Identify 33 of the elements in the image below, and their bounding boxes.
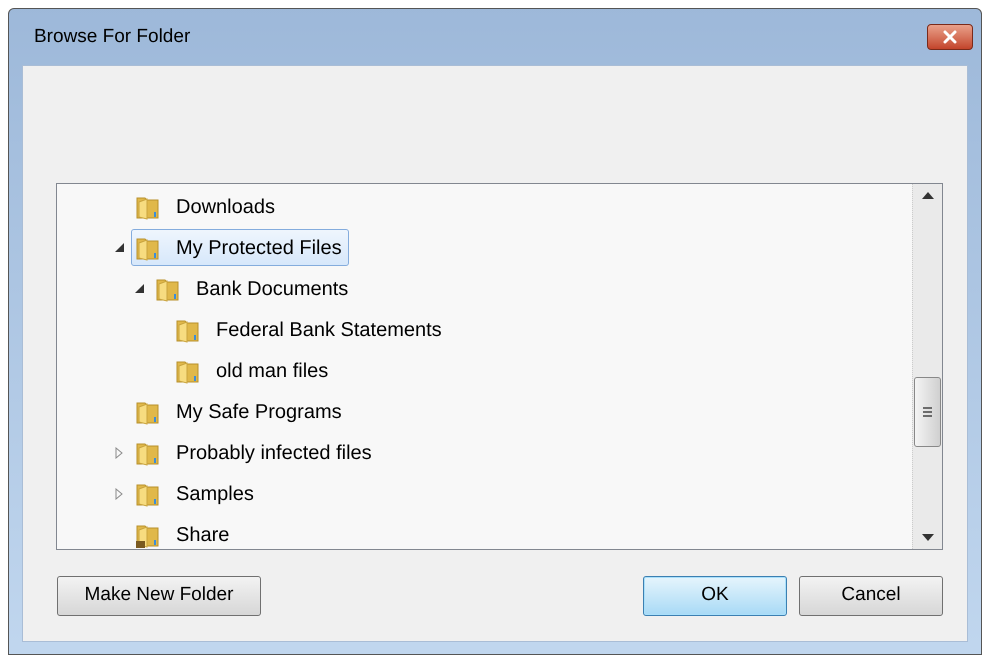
collapsed-arrow-icon[interactable] xyxy=(115,488,123,500)
tree-item[interactable]: My Protected Files xyxy=(131,229,349,266)
folder-name: Federal Bank Statements xyxy=(216,318,442,342)
tree-item[interactable]: Federal Bank Statements xyxy=(171,311,449,348)
tree-item[interactable]: Samples xyxy=(131,475,261,512)
close-button[interactable] xyxy=(927,24,973,50)
folder-name: My Protected Files xyxy=(176,236,342,260)
tree-item[interactable]: My Safe Programs xyxy=(131,393,349,430)
folder-name: My Safe Programs xyxy=(176,400,342,424)
tree-item[interactable]: Downloads xyxy=(131,188,282,225)
grip-icon xyxy=(923,407,932,417)
tree-item[interactable]: old man files xyxy=(171,352,336,389)
close-icon xyxy=(942,30,958,44)
folder-name: Probably infected files xyxy=(176,440,372,466)
scroll-up-icon xyxy=(922,192,934,199)
dialog-button[interactable]: OK xyxy=(643,576,787,616)
window-title: Browse For Folder xyxy=(34,24,190,49)
tree-item[interactable]: Probably infected files xyxy=(131,434,379,471)
scrollbar[interactable] xyxy=(912,184,942,549)
dialog-button[interactable]: Make New Folder xyxy=(57,576,261,616)
tree-item[interactable]: Share xyxy=(131,516,236,549)
expanded-arrow-icon[interactable] xyxy=(115,243,124,252)
folder-name: Downloads xyxy=(176,194,275,220)
tree-item[interactable]: Bank Documents xyxy=(151,270,356,307)
scroll-down-icon xyxy=(922,534,934,541)
scrollbar-thumb[interactable] xyxy=(914,377,941,447)
collapsed-arrow-icon[interactable] xyxy=(115,446,123,458)
folder-name: old man files xyxy=(216,358,328,384)
folder-name: Samples xyxy=(176,482,254,506)
folder-name: Bank Documents xyxy=(196,276,348,302)
dialog-button[interactable]: Cancel xyxy=(799,576,943,616)
folder-name: Share xyxy=(176,522,230,548)
expanded-arrow-icon[interactable] xyxy=(135,284,144,293)
